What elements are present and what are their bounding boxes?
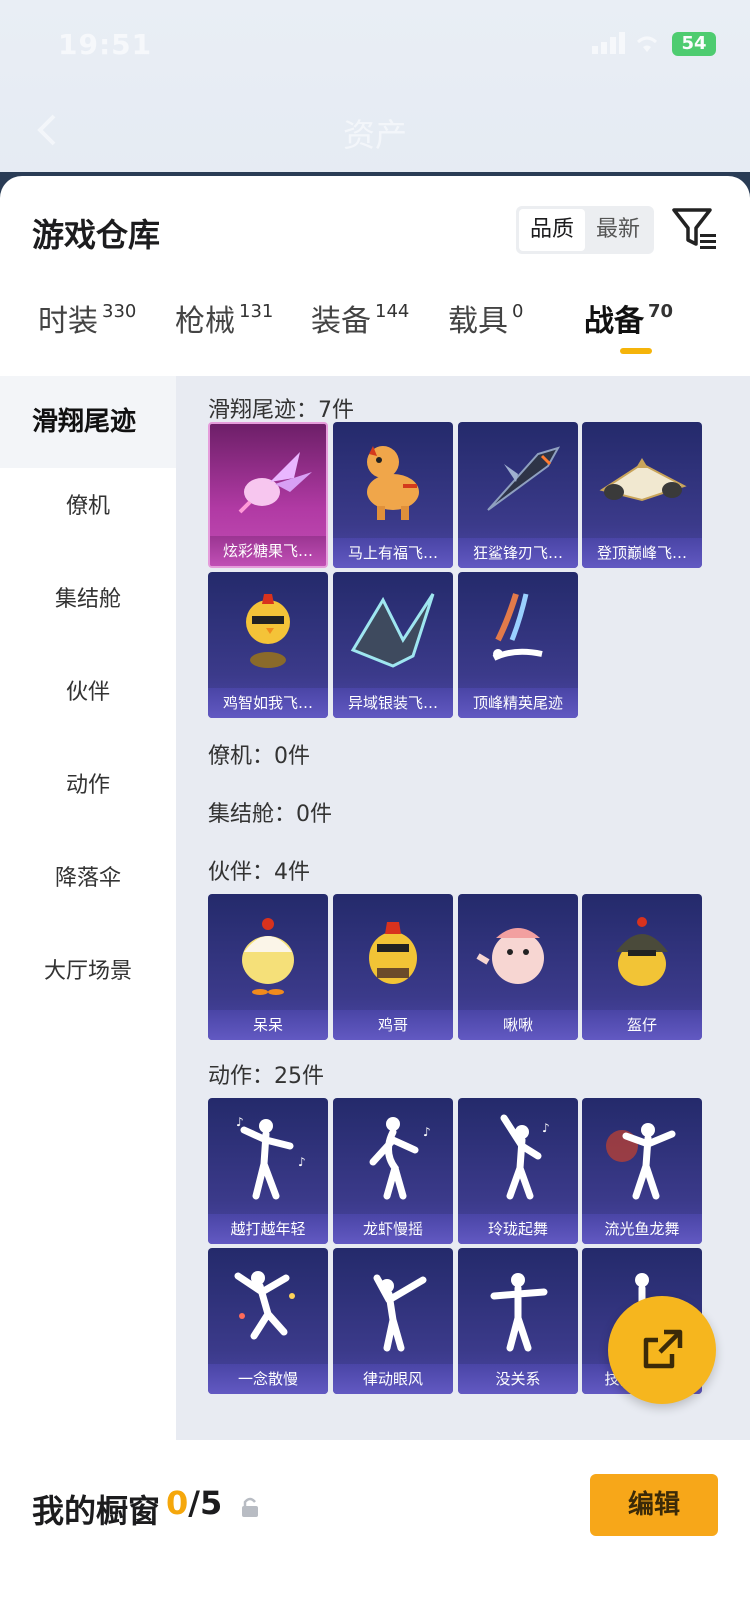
- item-card[interactable]: 鸡哥: [333, 894, 453, 1040]
- sidebar-item-lobby-scene[interactable]: 大厅场景: [0, 953, 176, 985]
- edit-button[interactable]: 编辑: [590, 1474, 718, 1536]
- svg-text:♪: ♪: [298, 1155, 306, 1169]
- dancer-silhouette-icon: [234, 1271, 295, 1340]
- section-header-emote: 动作：25件: [208, 1064, 324, 1089]
- item-grid: 滑翔尾迹：7件 炫彩糖果飞… 马上有福飞… 狂鲨锋刃飞… 登顶巅峰飞… 鸡智如我…: [176, 376, 750, 1440]
- section-header-glide: 滑翔尾迹：7件: [208, 398, 354, 423]
- sidebar-item-partner[interactable]: 伙伴: [0, 674, 176, 706]
- item-card[interactable]: 登顶巅峰飞…: [582, 422, 702, 568]
- item-card[interactable]: ♪ 玲珑起舞: [458, 1098, 578, 1244]
- sidebar-item-wingman[interactable]: 僚机: [0, 488, 176, 520]
- chicken-glider-icon: [246, 594, 290, 668]
- item-card[interactable]: 马上有福飞…: [333, 422, 453, 568]
- chick-daidai-icon: [242, 918, 294, 995]
- tab-equipment[interactable]: 装备 144: [311, 296, 409, 366]
- svg-text:♪: ♪: [236, 1115, 244, 1129]
- item-card[interactable]: 异域银装飞…: [333, 572, 453, 718]
- chick-kuizai-icon: [616, 917, 668, 986]
- chick-jiujiu-icon: [476, 928, 544, 984]
- tab-weapons[interactable]: 枪械 131: [175, 296, 273, 366]
- lock-icon: [242, 1497, 258, 1517]
- svg-text:♪: ♪: [423, 1125, 431, 1139]
- sidebar-item-parachute[interactable]: 降落伞: [0, 860, 176, 892]
- warehouse-panel: 游戏仓库 品质 最新 时装 330 枪械 131 装备 144 载具 0 战备 70 滑翔…: [0, 176, 750, 1446]
- sort-quality-button[interactable]: 品质: [519, 209, 585, 251]
- active-tab-indicator: [620, 348, 652, 354]
- tab-battle-gear[interactable]: 战备 70: [584, 296, 673, 366]
- elite-trail-icon: [492, 593, 543, 661]
- dancer-silhouette-icon: ♪: [500, 1114, 550, 1200]
- horse-glider-icon: [367, 446, 419, 520]
- item-card[interactable]: 盔仔: [582, 894, 702, 1040]
- item-card[interactable]: 没关系: [458, 1248, 578, 1394]
- dancer-silhouette-icon: [373, 1274, 427, 1352]
- wifi-icon: [637, 36, 657, 52]
- filter-icon[interactable]: [670, 206, 720, 252]
- chick-jige-icon: [369, 922, 417, 984]
- item-card[interactable]: 顶峰精英尾迹: [458, 572, 578, 718]
- item-card[interactable]: 炫彩糖果飞…: [208, 422, 328, 568]
- sidebar-item-rally-pod[interactable]: 集结舱: [0, 581, 176, 613]
- signal-icon: [592, 32, 625, 54]
- section-header-partner: 伙伴：4件: [208, 860, 310, 885]
- sidebar-item-emote[interactable]: 动作: [0, 767, 176, 799]
- nav-title: 资产: [342, 116, 407, 154]
- category-tabs: 时装 330 枪械 131 装备 144 载具 0 战备 70: [0, 296, 750, 366]
- dancer-silhouette-icon: [606, 1123, 676, 1200]
- showcase-footer: 我的橱窗 0/5 编辑: [0, 1446, 750, 1624]
- item-card[interactable]: 鸡智如我飞…: [208, 572, 328, 718]
- external-link-icon: [643, 1329, 683, 1369]
- shark-glider-icon: [487, 446, 561, 511]
- alien-glider-icon: [350, 593, 435, 668]
- battery-indicator: 54: [672, 32, 716, 56]
- item-card[interactable]: 流光鱼龙舞: [582, 1098, 702, 1244]
- item-card[interactable]: ♪ ♪ 越打越年轻: [208, 1098, 328, 1244]
- summit-glider-icon: [599, 458, 687, 502]
- sort-newest-button[interactable]: 最新: [585, 209, 651, 251]
- tab-vehicles[interactable]: 载具 0: [448, 296, 523, 366]
- section-header-wingman: 僚机：0件: [208, 744, 310, 769]
- item-card[interactable]: 啾啾: [458, 894, 578, 1040]
- svg-text:♪: ♪: [542, 1121, 550, 1135]
- dancer-silhouette-icon: ♪: [369, 1117, 431, 1200]
- sort-toggle: 品质 最新: [516, 206, 654, 254]
- nav-bar: 资产: [0, 96, 750, 166]
- panel-title: 游戏仓库: [32, 216, 161, 254]
- showcase-count: 0/5: [166, 1484, 223, 1522]
- item-card[interactable]: 律动眼风: [333, 1248, 453, 1394]
- section-header-pod: 集结舱：0件: [208, 802, 332, 827]
- status-time: 19:51: [58, 28, 153, 61]
- item-card[interactable]: 呆呆: [208, 894, 328, 1040]
- item-card[interactable]: 一念散慢: [208, 1248, 328, 1394]
- sidebar-item-glide-trail[interactable]: 滑翔尾迹: [0, 376, 176, 468]
- tab-fashion[interactable]: 时装 330: [38, 296, 136, 366]
- share-button[interactable]: [608, 1296, 716, 1404]
- status-bar: 19:51 54: [0, 0, 750, 90]
- item-card[interactable]: ♪ 龙虾慢摇: [333, 1098, 453, 1244]
- item-card[interactable]: 狂鲨锋刃飞…: [458, 422, 578, 568]
- candy-glider-icon: [238, 452, 312, 514]
- sidebar: 滑翔尾迹 僚机 集结舱 伙伴 动作 降落伞 大厅场景: [0, 376, 176, 1440]
- dancer-silhouette-icon: [490, 1273, 548, 1352]
- dancer-silhouette-icon: ♪♪: [236, 1115, 306, 1200]
- showcase-label: 我的橱窗: [32, 1492, 161, 1530]
